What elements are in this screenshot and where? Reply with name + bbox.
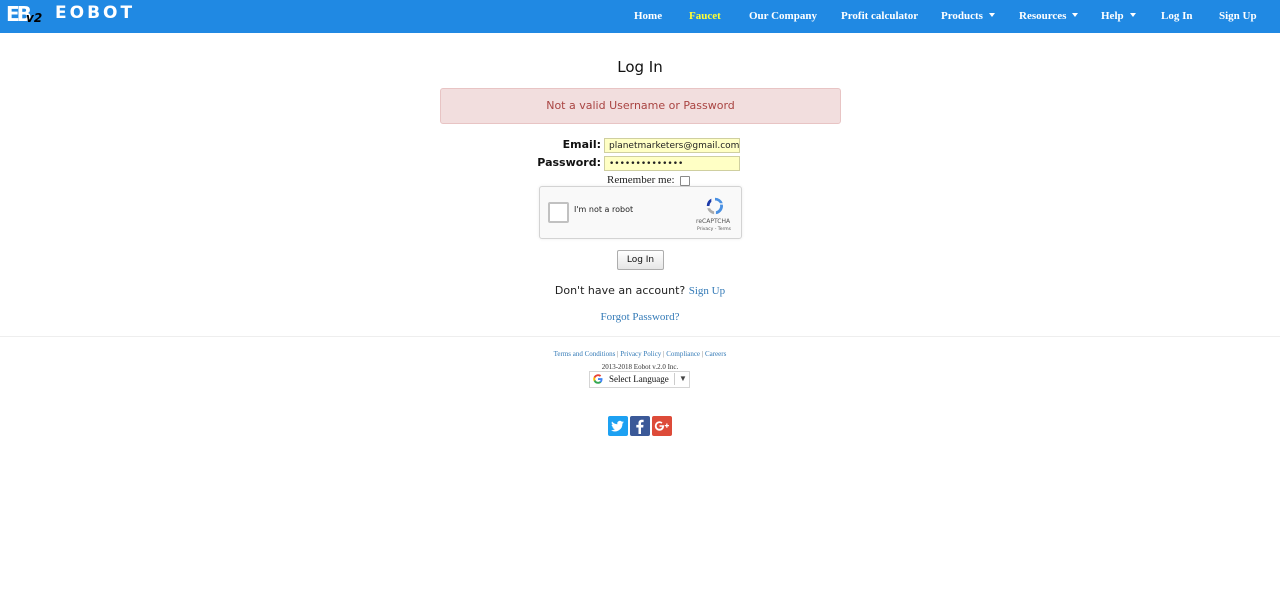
careers-link[interactable]: Careers xyxy=(705,350,726,358)
nav-resources[interactable]: Resources xyxy=(1019,0,1079,33)
log-in-button[interactable]: Log In xyxy=(617,250,664,270)
nav-our-company-label: Our Company xyxy=(749,10,817,22)
remember-me-label: Remember me: xyxy=(607,174,675,186)
nav-products-label: Products xyxy=(941,10,983,22)
error-alert: Not a valid Username or Password xyxy=(440,88,841,124)
nav-faucet[interactable]: Faucet xyxy=(689,0,721,33)
sign-up-link[interactable]: Sign Up xyxy=(689,285,725,297)
compliance-link[interactable]: Compliance xyxy=(666,350,700,358)
recaptcha-icon xyxy=(706,197,723,215)
google-icon xyxy=(593,374,603,384)
facebook-icon[interactable] xyxy=(630,416,650,436)
recaptcha-links[interactable]: Privacy - Terms xyxy=(697,227,731,232)
chevron-down-icon: ▼ xyxy=(679,374,687,383)
separator: | xyxy=(663,350,665,358)
recaptcha-brand: reCAPTCHA xyxy=(696,218,731,225)
separator: | xyxy=(617,350,619,358)
logo-text: EOBOT xyxy=(55,3,136,23)
nav-profit-calculator-label: Profit calculator xyxy=(841,10,919,22)
recaptcha-checkbox[interactable] xyxy=(548,202,569,223)
footer-divider xyxy=(0,336,1280,337)
twitter-bird-glyph xyxy=(611,420,624,432)
nav-our-company[interactable]: Our Company xyxy=(749,0,817,33)
logo-version: v2 xyxy=(26,11,43,25)
password-field[interactable] xyxy=(604,156,740,171)
google-plus-glyph xyxy=(654,421,669,431)
nav-faucet-label: Faucet xyxy=(689,10,721,22)
page-title: Log In xyxy=(617,58,663,76)
twitter-icon[interactable] xyxy=(608,416,628,436)
nav-home-label: Home xyxy=(634,10,663,22)
nav-sign-up-label: Sign Up xyxy=(1219,10,1257,22)
nav-products[interactable]: Products xyxy=(941,0,995,33)
remember-me-checkbox[interactable] xyxy=(680,176,690,186)
no-account-line: Don't have an account? Sign Up xyxy=(0,284,1280,297)
separator: | xyxy=(701,350,704,358)
language-select-label: Select Language xyxy=(609,374,669,384)
footer-links: Terms and Conditions | Privacy Policy | … xyxy=(0,350,1280,358)
recaptcha-label: I'm not a robot xyxy=(574,205,634,214)
chevron-down-icon xyxy=(1129,13,1136,17)
password-label: Password: xyxy=(537,156,601,169)
terms-link[interactable]: Terms and Conditions xyxy=(554,350,616,358)
google-plus-icon[interactable] xyxy=(652,416,672,436)
forgot-password-label: Forgot Password? xyxy=(600,311,680,323)
language-select[interactable]: Select Language ▼ xyxy=(589,371,690,388)
email-field[interactable] xyxy=(604,138,740,153)
nav-resources-label: Resources xyxy=(1019,10,1067,22)
copyright: 2013-2018 Eobot v.2.0 Inc. xyxy=(601,363,679,371)
no-account-text: Don't have an account? xyxy=(554,284,686,297)
nav-home[interactable]: Home xyxy=(634,0,662,33)
chevron-down-icon xyxy=(1072,13,1079,17)
nav-help[interactable]: Help xyxy=(1101,0,1136,33)
nav-profit-calculator[interactable]: Profit calculator xyxy=(841,0,918,33)
forgot-password-link[interactable]: Forgot Password? xyxy=(0,311,1280,323)
nav-help-label: Help xyxy=(1101,10,1124,22)
nav-log-in[interactable]: Log In xyxy=(1161,0,1193,33)
chevron-down-icon xyxy=(988,13,995,17)
language-select-divider xyxy=(674,373,675,385)
privacy-link[interactable]: Privacy Policy xyxy=(620,350,661,358)
nav-log-in-label: Log In xyxy=(1161,10,1193,22)
nav-sign-up[interactable]: Sign Up xyxy=(1219,0,1257,33)
email-label: Email: xyxy=(562,138,601,151)
top-navbar: EB v2 EOBOT Home Faucet Our Company Prof… xyxy=(0,0,1280,33)
recaptcha-widget: I'm not a robot reCAPTCHA Privacy - Term… xyxy=(539,186,742,239)
facebook-f-glyph xyxy=(636,419,644,434)
